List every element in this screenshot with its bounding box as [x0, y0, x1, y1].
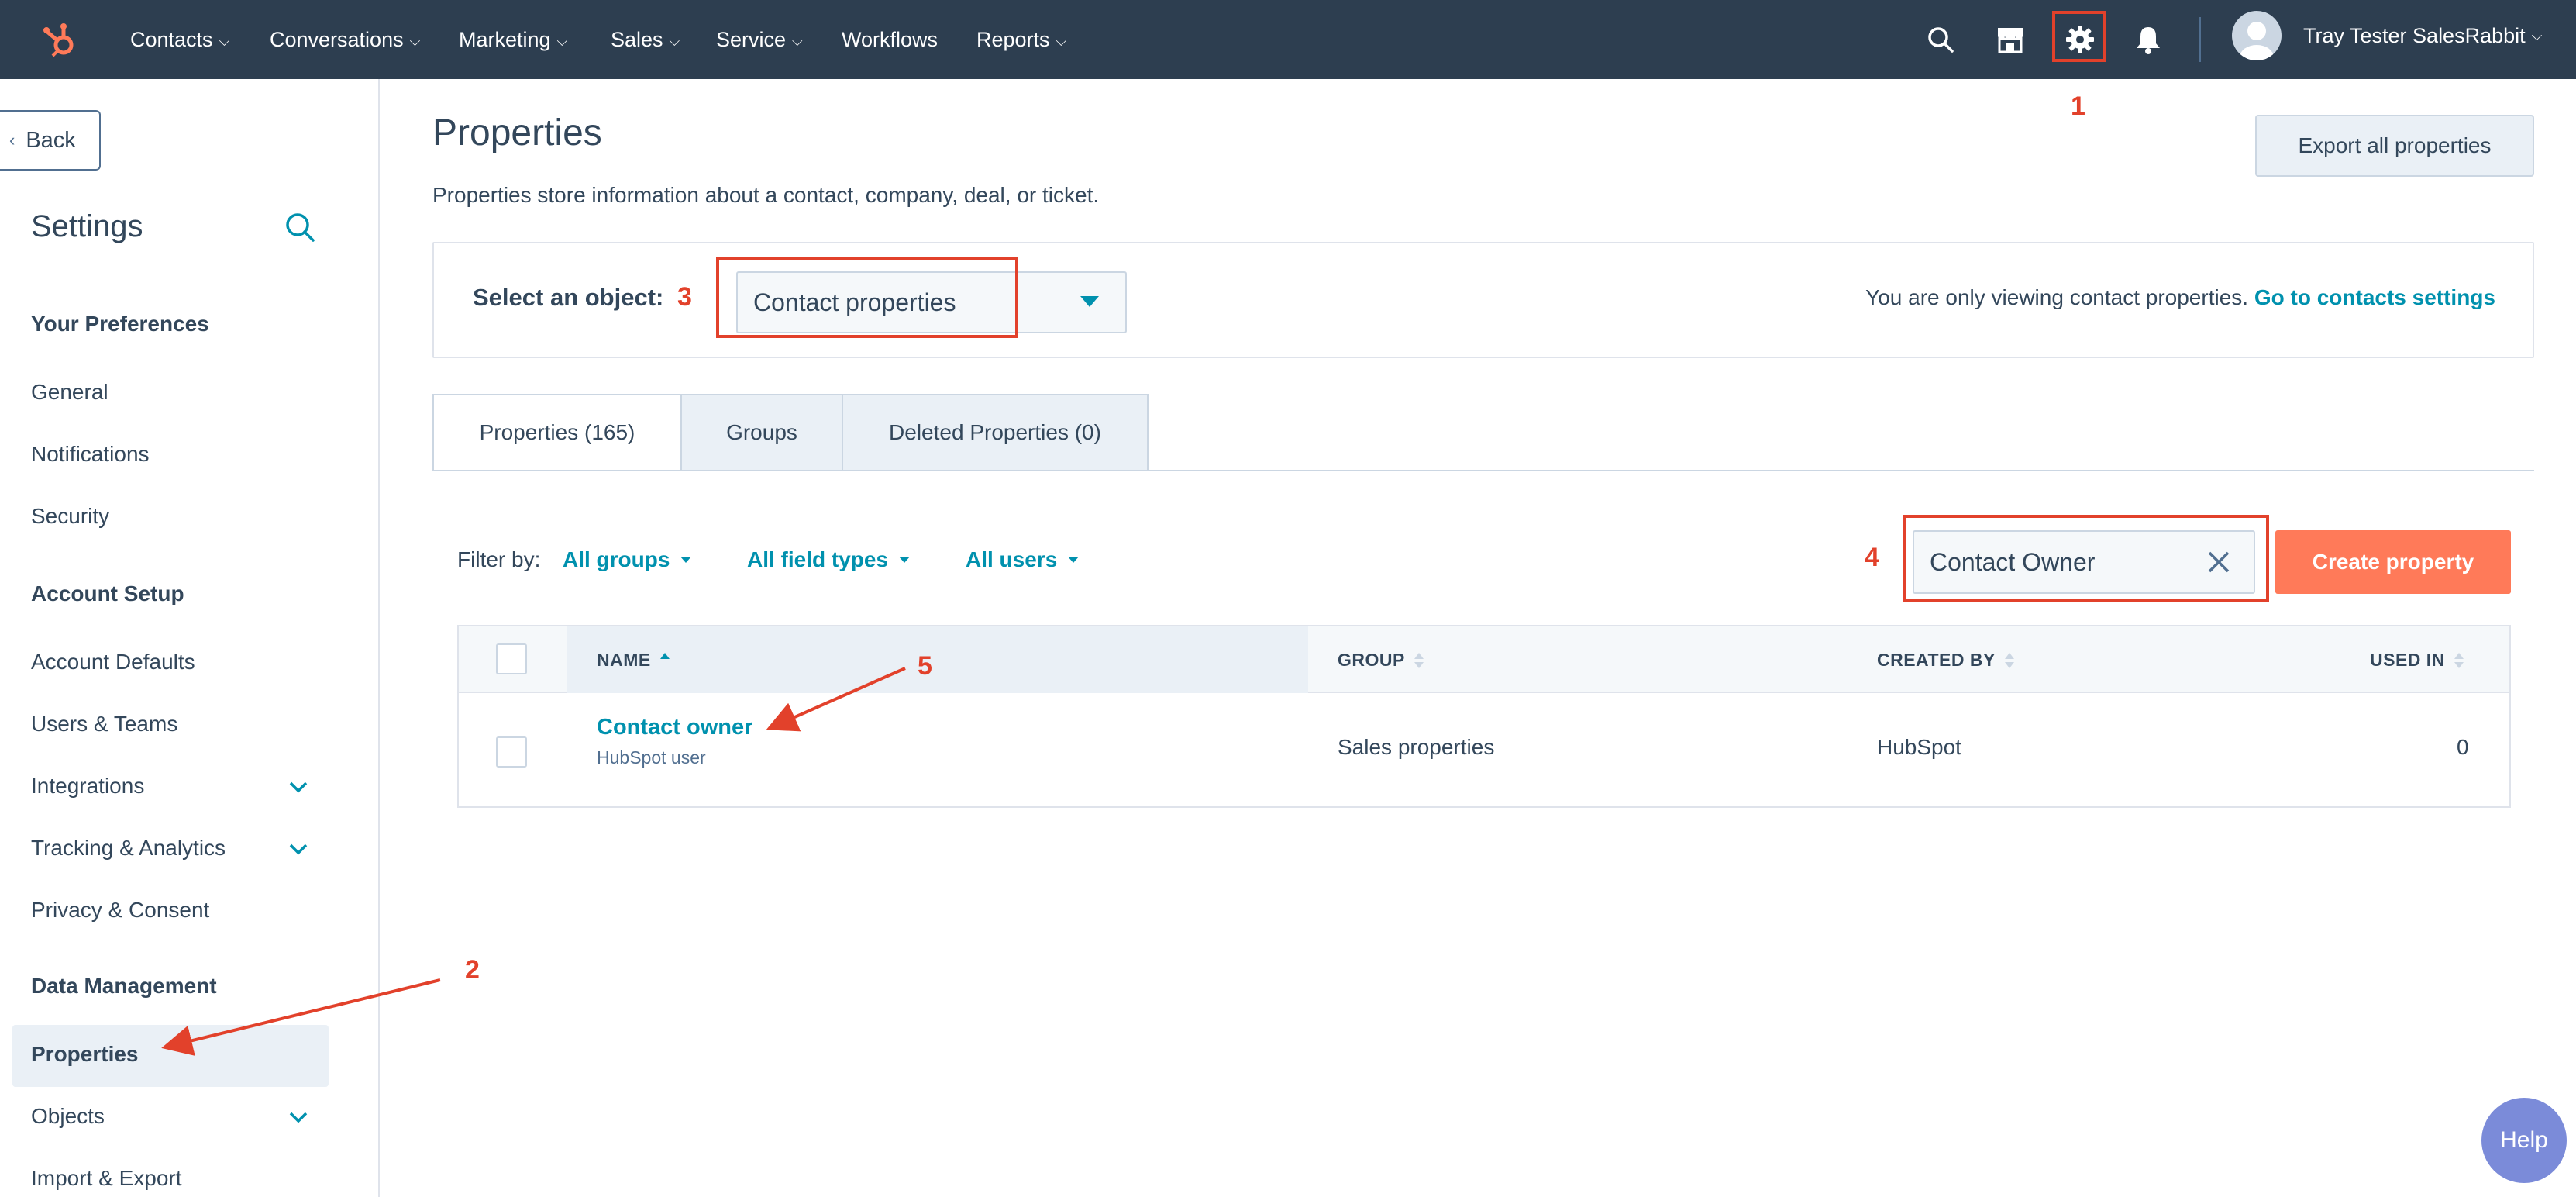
object-selector-label: Select an object:: [473, 284, 664, 311]
nav-conversations[interactable]: Conversations ⌵: [270, 0, 420, 79]
settings-title: Settings: [31, 209, 143, 243]
sidebar-item-general[interactable]: General: [31, 380, 108, 405]
sidebar-item-privacy-consent[interactable]: Privacy & Consent: [31, 898, 209, 923]
help-button[interactable]: Help: [2481, 1098, 2567, 1183]
annotation-number-3: 3: [677, 282, 692, 312]
tabs-divider: [432, 470, 2534, 471]
chevron-left-icon: ‹: [9, 130, 15, 150]
sort-icon: [2454, 652, 2464, 668]
nav-contacts[interactable]: Contacts ⌵: [130, 0, 229, 79]
filter-by-label: Filter by:: [457, 547, 541, 571]
filter-all-field-types[interactable]: All field types: [747, 547, 911, 572]
top-navigation-bar: Contacts ⌵ Conversations ⌵ Marketing ⌵ Sale…: [0, 0, 2576, 79]
search-icon[interactable]: [1923, 22, 1958, 57]
user-avatar[interactable]: [2232, 11, 2282, 60]
property-type: HubSpot user: [597, 747, 706, 768]
nav-divider: [2199, 17, 2201, 62]
column-header-group[interactable]: GROUP: [1338, 650, 1424, 671]
annotation-box-settings: [2052, 11, 2106, 62]
page-title: Properties: [432, 112, 602, 154]
table-header: NAME GROUP CREATED BY USED IN: [459, 626, 2509, 693]
annotation-number-2: 2: [465, 955, 480, 985]
sort-icon: [2004, 652, 2014, 668]
section-account-setup: Account Setup: [31, 581, 184, 605]
main-content: Properties Properties store information …: [380, 79, 2576, 1197]
row-checkbox[interactable]: [496, 736, 527, 768]
chevron-down-icon[interactable]: [287, 1106, 310, 1129]
search-icon[interactable]: [282, 209, 319, 247]
nav-workflows[interactable]: Workflows: [842, 0, 938, 79]
back-button[interactable]: ‹ Back: [0, 110, 101, 171]
column-header-used-in[interactable]: USED IN: [2370, 650, 2464, 671]
tab-deleted-properties[interactable]: Deleted Properties (0): [842, 394, 1149, 471]
hubspot-logo-icon[interactable]: [40, 20, 81, 60]
filter-all-users[interactable]: All users: [966, 547, 1080, 572]
dropdown-caret-icon: [680, 557, 692, 563]
annotation-number-5: 5: [918, 651, 932, 681]
filter-all-groups[interactable]: All groups: [563, 547, 692, 572]
property-name-link[interactable]: Contact owner: [597, 715, 752, 740]
sidebar-item-account-defaults[interactable]: Account Defaults: [31, 650, 195, 674]
tab-groups[interactable]: Groups: [680, 394, 843, 471]
annotation-number-4: 4: [1865, 543, 1879, 572]
nav-service[interactable]: Service ⌵: [716, 0, 803, 79]
annotation-box-search: [1903, 515, 2269, 602]
annotation-number-1: 1: [2071, 91, 2085, 121]
nav-marketing[interactable]: Marketing ⌵: [459, 0, 567, 79]
sorted-column-highlight: [567, 626, 1308, 693]
column-header-created-by[interactable]: CREATED BY: [1877, 650, 2014, 671]
object-viewing-note: You are only viewing contact properties.…: [1865, 285, 2495, 309]
user-menu[interactable]: Tray Tester SalesRabbit ⌵: [2303, 0, 2542, 71]
dropdown-caret-icon: [899, 557, 911, 563]
select-all-checkbox[interactable]: [496, 643, 527, 674]
sidebar-item-properties[interactable]: Properties: [31, 1042, 139, 1067]
section-your-preferences: Your Preferences: [31, 312, 209, 336]
sidebar-item-users-teams[interactable]: Users & Teams: [31, 712, 177, 736]
tab-properties[interactable]: Properties (165): [432, 394, 682, 471]
nav-reports[interactable]: Reports ⌵: [976, 0, 1066, 79]
settings-sidebar: ‹ Back Settings Your Preferences General…: [0, 79, 380, 1197]
sidebar-item-notifications[interactable]: Notifications: [31, 442, 150, 467]
chevron-down-icon[interactable]: [287, 775, 310, 799]
marketplace-icon[interactable]: [1993, 22, 2027, 57]
properties-table: NAME GROUP CREATED BY USED IN Contact ow…: [457, 625, 2511, 808]
create-property-button[interactable]: Create property: [2275, 530, 2511, 594]
sidebar-item-security[interactable]: Security: [31, 504, 109, 529]
chevron-down-icon[interactable]: [287, 837, 310, 861]
sort-icon: [1414, 652, 1424, 668]
sidebar-item-tracking-analytics[interactable]: Tracking & Analytics: [31, 836, 226, 861]
property-group: Sales properties: [1338, 735, 1495, 759]
notifications-bell-icon[interactable]: [2131, 22, 2165, 57]
go-to-contacts-settings-link[interactable]: Go to contacts settings: [2254, 285, 2495, 309]
page-description: Properties store information about a con…: [432, 183, 1100, 207]
property-created-by: HubSpot: [1877, 735, 1961, 759]
dropdown-caret-icon: [1068, 557, 1080, 563]
nav-sales[interactable]: Sales ⌵: [611, 0, 680, 79]
sidebar-item-objects[interactable]: Objects: [31, 1104, 105, 1129]
sidebar-item-integrations[interactable]: Integrations: [31, 774, 144, 799]
sort-icon: [659, 652, 670, 668]
properties-tabs: Properties (165) Groups Deleted Properti…: [432, 394, 1149, 471]
column-header-name[interactable]: NAME: [597, 650, 670, 671]
sidebar-item-import-export[interactable]: Import & Export: [31, 1166, 182, 1191]
section-data-management: Data Management: [31, 974, 217, 998]
property-used-in: 0: [2457, 735, 2469, 759]
dropdown-caret-icon: [1080, 296, 1099, 307]
annotation-box-object-select: [716, 257, 1018, 338]
export-all-properties-button[interactable]: Export all properties: [2255, 115, 2534, 177]
